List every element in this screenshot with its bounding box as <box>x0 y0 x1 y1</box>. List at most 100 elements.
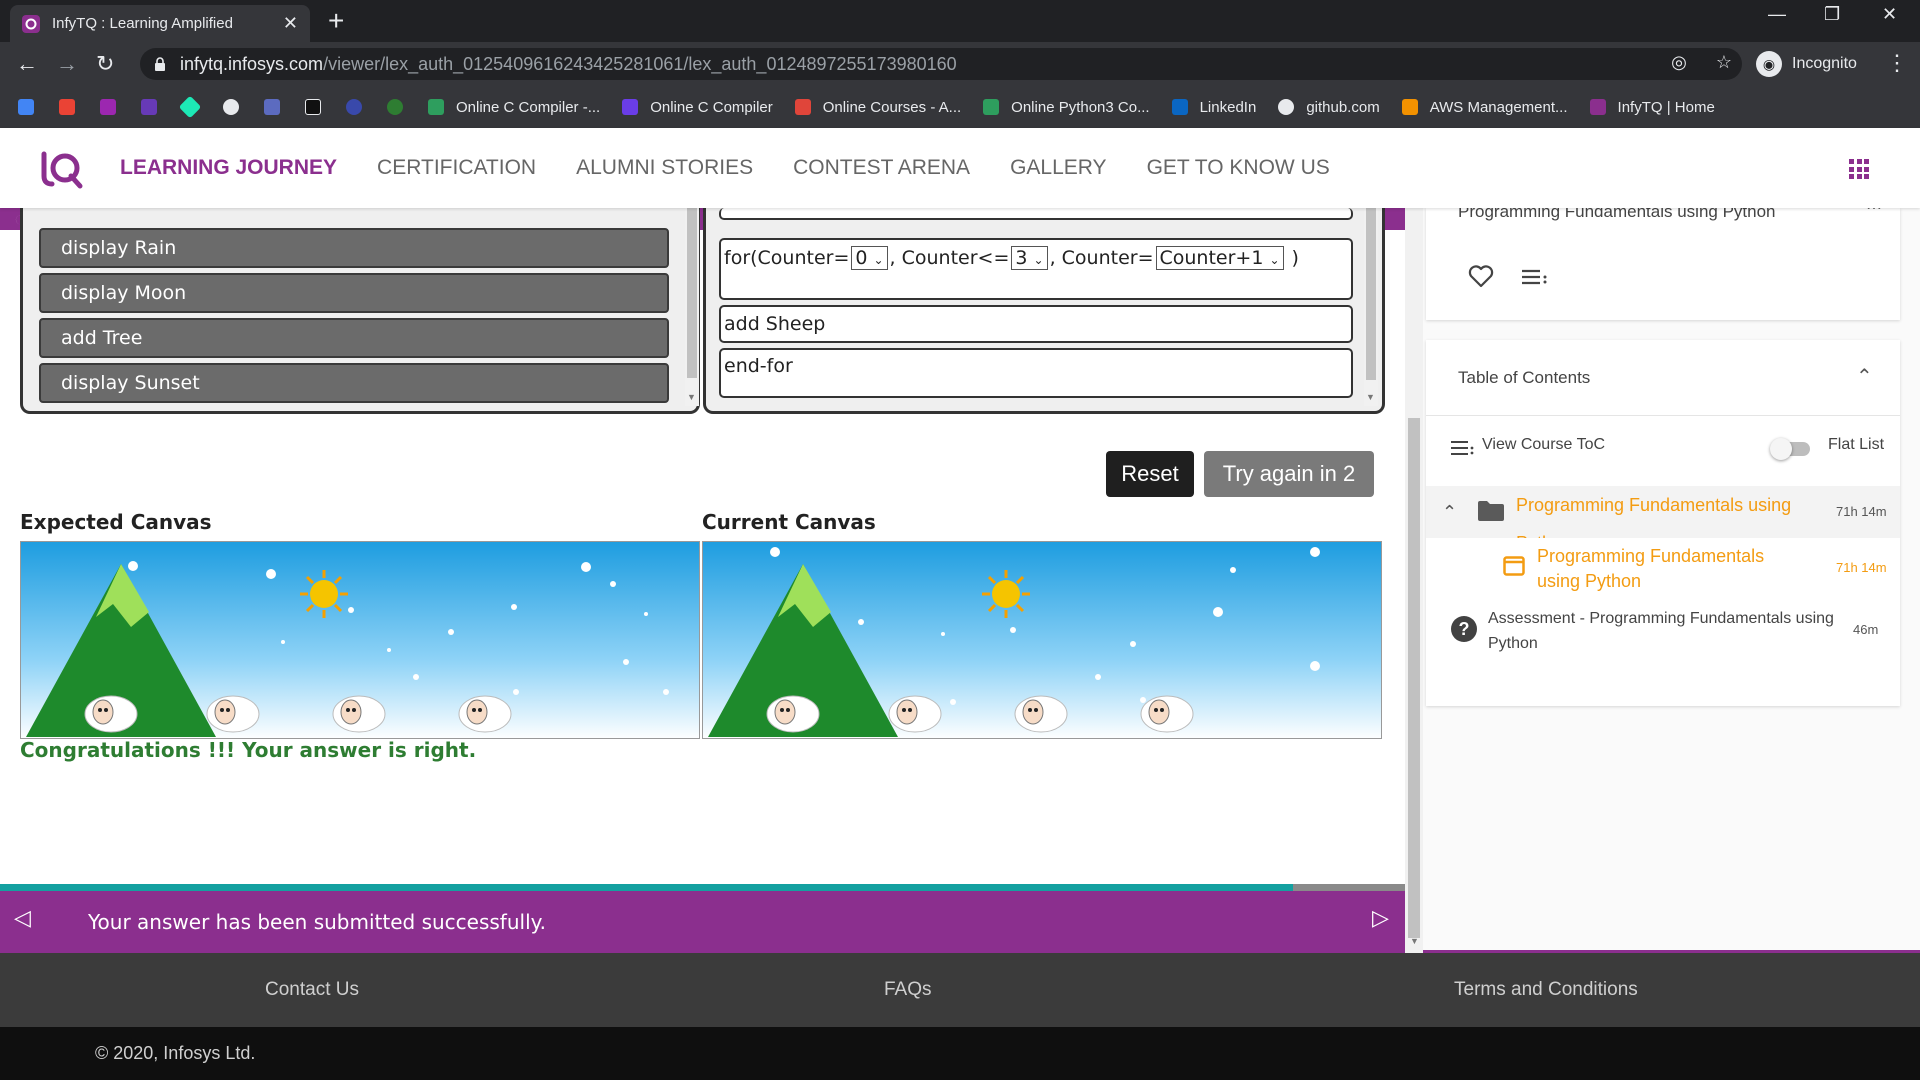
incognito-indicator[interactable]: ◉ Incognito <box>1756 50 1857 78</box>
reload-icon[interactable]: ↻ <box>96 51 114 77</box>
copyright-bar: © 2020, Infosys Ltd. <box>0 1027 1920 1080</box>
apps-grid-icon[interactable] <box>1849 159 1869 179</box>
bookmark-icon <box>622 99 639 115</box>
flat-list-label: Flat List <box>1828 436 1885 453</box>
view-course-toc-link[interactable]: View Course ToC <box>1482 436 1605 454</box>
new-tab-button[interactable]: + <box>328 6 344 36</box>
submission-banner: ◁ Your answer has been submitted success… <box>0 891 1405 953</box>
nav-get-to-know-us[interactable]: GET TO KNOW US <box>1147 156 1330 180</box>
statement-add-sheep[interactable]: add Sheep <box>719 305 1353 343</box>
expected-canvas-label: Expected Canvas <box>20 510 212 534</box>
infytq-logo-icon[interactable] <box>38 146 84 190</box>
bookmark-item[interactable]: AWS Management... <box>1401 99 1568 116</box>
chevron-up-icon[interactable]: ⌃ <box>1856 364 1873 389</box>
bookmark-icon[interactable] <box>18 99 34 115</box>
bookmark-icon[interactable] <box>100 99 116 115</box>
previous-triangle-icon[interactable]: ◁ <box>14 905 31 931</box>
toc-item-module[interactable]: Programming Fundamentals using Python 71… <box>1426 538 1900 598</box>
site-footer: Contact Us FAQs Terms and Conditions <box>0 953 1920 1027</box>
nav-contest-arena[interactable]: CONTEST ARENA <box>793 156 970 180</box>
scrollbar-thumb[interactable] <box>1408 418 1420 938</box>
statement-end-for[interactable]: end-for <box>719 348 1353 398</box>
browser-toolbar: ← → ↻ infytq.infosys.com/viewer/lex_auth… <box>0 42 1920 86</box>
url-host: infytq.infosys.com <box>180 53 324 74</box>
bookmark-item[interactable]: github.com <box>1278 99 1380 116</box>
toc-item-course[interactable]: ⌃ Programming Fundamentals using Python … <box>1426 486 1900 538</box>
bookmark-item[interactable]: LinkedIn <box>1171 99 1256 116</box>
contact-us-link[interactable]: Contact Us <box>265 953 359 1027</box>
github-icon <box>1278 99 1295 115</box>
bookmark-item[interactable]: Online Python3 Co... <box>983 99 1150 116</box>
list-icon[interactable] <box>1451 440 1475 456</box>
nav-gallery[interactable]: GALLERY <box>1010 156 1107 180</box>
diamond-icon[interactable] <box>178 95 202 119</box>
toc-header[interactable]: Table of Contents ⌃ <box>1426 340 1900 416</box>
nav-certification[interactable]: CERTIFICATION <box>377 156 536 180</box>
browser-tab-infytq[interactable]: InfyTQ : Learning Amplified ✕ <box>10 5 310 42</box>
progress-bar <box>0 884 1405 891</box>
playlist-icon[interactable] <box>1522 268 1548 286</box>
tracking-blocked-icon[interactable]: ◎ <box>1671 52 1687 72</box>
bolt-icon[interactable] <box>264 99 280 115</box>
chevron-up-icon[interactable]: ⌃ <box>1442 502 1457 523</box>
try-again-button[interactable]: Try again in 2 <box>1204 451 1374 497</box>
page-scrollbar[interactable]: ▼ <box>1405 208 1423 953</box>
course-card: Programming Fundamentals using Python ⋯ <box>1426 200 1900 320</box>
nav-alumni-stories[interactable]: ALUMNI STORIES <box>576 156 753 180</box>
nav-learning-journey[interactable]: LEARNING JOURNEY <box>120 156 337 180</box>
toc-item-assessment[interactable]: ? Assessment - Programming Fundamentals … <box>1426 600 1900 660</box>
minimize-icon[interactable]: — <box>1768 4 1786 25</box>
for-loop-statement[interactable]: for(Counter= 0 ⌄, Counter<= 3 ⌄, Counter= Cou… <box>719 238 1353 300</box>
tab-close-icon[interactable]: ✕ <box>283 13 298 34</box>
scroll-down-arrow-icon[interactable]: ▼ <box>1366 392 1375 402</box>
browser-menu-icon[interactable]: ⋮ <box>1886 50 1908 76</box>
incognito-label: Incognito <box>1792 55 1857 72</box>
heart-icon[interactable] <box>1468 264 1494 288</box>
code-block-display-rain[interactable]: display Rain <box>39 228 669 268</box>
code-icon <box>983 99 1000 115</box>
bookmark-item[interactable]: InfyTQ | Home <box>1589 98 1715 116</box>
hackerrank-icon[interactable] <box>305 99 321 115</box>
bookmark-item[interactable]: Online C Compiler -... <box>428 99 600 116</box>
code-block-display-moon[interactable]: display Moon <box>39 273 669 313</box>
bookmark-item[interactable]: Online C Compiler <box>622 99 773 116</box>
start-value-select[interactable]: 0 ⌄ <box>851 246 888 270</box>
end-value-select[interactable]: 3 ⌄ <box>1011 246 1048 270</box>
code-block-add-tree[interactable]: add Tree <box>39 318 669 358</box>
code-panel-scrollbar[interactable]: ▼ <box>685 208 699 406</box>
address-bar[interactable]: infytq.infosys.com/viewer/lex_auth_01254… <box>140 48 1742 80</box>
gmail-icon[interactable] <box>59 99 75 115</box>
sun-icon <box>982 570 1030 618</box>
start-value: 0 <box>855 247 868 269</box>
step-value-select[interactable]: Counter+1 ⌄ <box>1155 246 1284 270</box>
progress-fill <box>0 884 1293 891</box>
scroll-down-arrow-icon[interactable]: ▼ <box>687 392 696 402</box>
terms-link[interactable]: Terms and Conditions <box>1454 953 1638 1027</box>
reset-button[interactable]: Reset <box>1106 451 1194 497</box>
code-blocks-panel: display Rain display Moon add Tree displ… <box>20 208 700 414</box>
toc-item-label: Programming Fundamentals using Python <box>1537 546 1765 591</box>
bookmark-item[interactable]: Online Courses - A... <box>794 99 961 116</box>
mail-icon[interactable] <box>141 99 157 115</box>
window-close-icon[interactable]: ✕ <box>1882 4 1897 25</box>
bookmark-star-icon[interactable]: ☆ <box>1716 52 1732 72</box>
scrollbar-thumb[interactable] <box>1366 208 1376 380</box>
for-mid: , Counter<= <box>889 247 1010 269</box>
solution-panel-scrollbar[interactable]: ▼ <box>1364 208 1378 406</box>
code-block-display-sunset[interactable]: display Sunset <box>39 363 669 403</box>
bookmark-label: Online C Compiler <box>650 98 773 116</box>
scrollbar-thumb[interactable] <box>687 208 697 378</box>
bookmark-icon[interactable] <box>346 99 362 115</box>
back-arrow-icon[interactable]: ← <box>16 51 38 77</box>
bookmark-icon[interactable] <box>223 99 239 115</box>
flat-list-toggle[interactable] <box>1770 438 1814 460</box>
end-value: 3 <box>1015 247 1028 269</box>
next-triangle-icon[interactable]: ▷ <box>1372 905 1389 931</box>
bookmark-label: InfyTQ | Home <box>1617 98 1715 116</box>
forward-arrow-icon[interactable]: → <box>56 51 78 77</box>
scroll-down-arrow-icon[interactable]: ▼ <box>1410 936 1419 946</box>
maximize-icon[interactable]: ❐ <box>1824 4 1840 25</box>
faqs-link[interactable]: FAQs <box>884 953 932 1027</box>
whatsapp-icon[interactable] <box>387 99 403 115</box>
solution-statement-partial[interactable] <box>719 208 1353 220</box>
